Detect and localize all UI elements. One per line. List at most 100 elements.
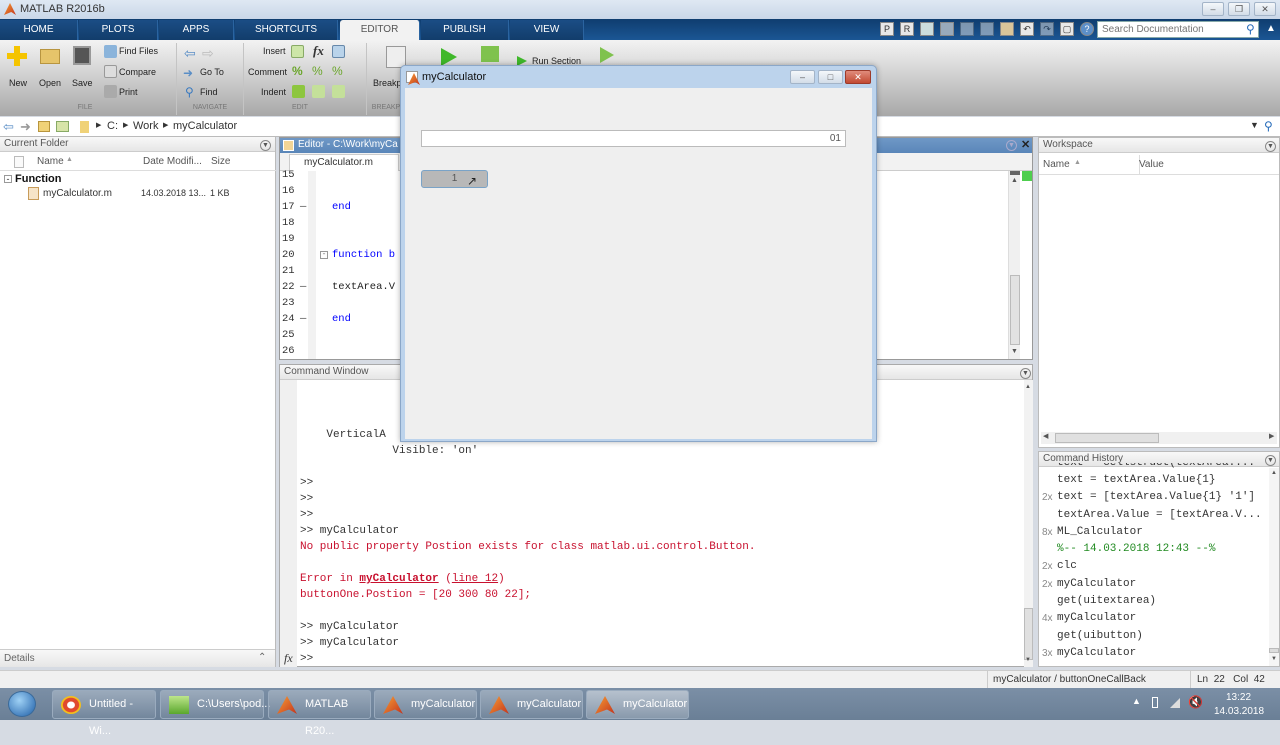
find-button[interactable]: Find: [200, 87, 218, 97]
run-and-time-icon[interactable]: [600, 47, 614, 63]
taskbar-item[interactable]: Untitled - Wi...: [52, 690, 156, 737]
scroll-thumb[interactable]: [1269, 648, 1279, 653]
scroll-right-icon[interactable]: ▶: [1269, 432, 1274, 440]
compare-button[interactable]: Compare: [119, 67, 156, 77]
run-quick-button[interactable]: R: [900, 22, 914, 36]
go-to-button[interactable]: Go To: [200, 67, 224, 77]
history-scrollbar[interactable]: ▲ ▼: [1269, 468, 1279, 666]
tab-publish[interactable]: PUBLISH: [421, 20, 509, 40]
breakpoint-marker[interactable]: —: [300, 313, 306, 325]
smart-indent-icon[interactable]: [292, 85, 305, 98]
tab-apps[interactable]: APPS: [159, 20, 234, 40]
collapse-group-icon[interactable]: -: [4, 175, 12, 184]
code-fold-icon[interactable]: -: [320, 251, 328, 259]
forward-arrow-icon[interactable]: ⇨: [202, 45, 214, 62]
tab-shortcuts[interactable]: SHORTCUTS: [235, 20, 338, 40]
redo-icon[interactable]: ↷: [1040, 22, 1054, 36]
taskbar-item[interactable]: myCalculator: [586, 690, 689, 719]
code-analyzer-ok-icon[interactable]: [1022, 171, 1032, 181]
scroll-down-icon[interactable]: ▼: [1271, 656, 1277, 662]
show-hidden-icons[interactable]: ▲: [1132, 696, 1141, 706]
search-folder-icon[interactable]: ⚲: [1264, 119, 1273, 133]
tab-view[interactable]: VIEW: [510, 20, 584, 40]
tab-home[interactable]: HOME: [0, 20, 78, 40]
increase-indent-icon[interactable]: [312, 85, 325, 98]
start-button[interactable]: [8, 691, 36, 717]
minimize-button[interactable]: –: [1202, 2, 1224, 16]
column-name[interactable]: Name: [37, 156, 64, 167]
scroll-down-icon[interactable]: ▼: [1025, 657, 1031, 663]
history-item[interactable]: get(uitextarea): [1039, 594, 1267, 611]
cut-icon[interactable]: [960, 22, 974, 36]
open-folder-icon[interactable]: [40, 49, 60, 64]
volume-muted-icon[interactable]: 🔇: [1188, 695, 1203, 709]
run-and-advance-icon[interactable]: [481, 46, 499, 62]
taskbar-item[interactable]: myCalculator: [480, 690, 583, 719]
command-scrollbar[interactable]: ▲ ▼: [1024, 380, 1033, 667]
comment-icon[interactable]: %: [292, 64, 303, 78]
breakpoint-marker[interactable]: —: [300, 201, 306, 213]
restore-button[interactable]: ❐: [1228, 2, 1250, 16]
column-value[interactable]: Value: [1139, 159, 1164, 170]
tab-plots[interactable]: PLOTS: [79, 20, 158, 40]
scroll-down-icon[interactable]: ▼: [1011, 348, 1018, 355]
publish-quick-button[interactable]: P: [880, 22, 894, 36]
history-item[interactable]: 8x ML_Calculator: [1039, 525, 1267, 542]
dialog-maximize-button[interactable]: □: [818, 70, 843, 84]
find-files-button[interactable]: Find Files: [119, 46, 158, 56]
expand-details-icon[interactable]: ⌃: [258, 652, 266, 663]
path-segment[interactable]: myCalculator: [173, 120, 237, 132]
details-panel[interactable]: Details ⌃: [0, 649, 275, 667]
command-window-actions-icon[interactable]: ▼: [1020, 368, 1031, 379]
display-textarea[interactable]: 01: [421, 130, 846, 147]
workspace-actions-icon[interactable]: ▼: [1265, 141, 1276, 152]
decrease-indent-icon[interactable]: [332, 85, 345, 98]
scroll-up-icon[interactable]: ▲: [1011, 177, 1018, 184]
history-item[interactable]: 2x myCalculator: [1039, 577, 1267, 594]
error-function-link[interactable]: myCalculator: [359, 573, 438, 585]
insert-function-icon[interactable]: fx: [313, 43, 324, 59]
history-item[interactable]: %-- 14.03.2018 12:43 --%: [1039, 542, 1267, 559]
column-date[interactable]: Date Modifi...: [143, 156, 202, 167]
paste-icon[interactable]: [1000, 22, 1014, 36]
taskbar-item[interactable]: myCalculator: [374, 690, 477, 719]
switch-windows-icon[interactable]: ▢: [1060, 22, 1074, 36]
history-item[interactable]: 4x myCalculator: [1039, 611, 1267, 628]
collapse-toolstrip-icon[interactable]: ▲: [1266, 23, 1276, 34]
search-icon[interactable]: ⚲: [1246, 22, 1255, 36]
history-item[interactable]: textArea.Value = [textArea.V...: [1039, 508, 1267, 525]
tab-editor[interactable]: EDITOR: [340, 20, 420, 40]
scroll-thumb[interactable]: [1024, 608, 1033, 660]
forward-icon[interactable]: ➜: [20, 119, 31, 135]
insert-code-icon[interactable]: [332, 45, 345, 58]
panel-actions-icon[interactable]: ▼: [260, 140, 271, 151]
history-item[interactable]: 3x myCalculator: [1039, 646, 1267, 663]
scroll-up-icon[interactable]: ▲: [1271, 470, 1277, 476]
network-icon[interactable]: [1170, 698, 1180, 708]
uncomment-icon[interactable]: %: [312, 64, 323, 78]
scroll-thumb[interactable]: [1055, 433, 1159, 443]
file-row[interactable]: myCalculator.m 14.03.2018 13... 1 KB: [0, 187, 276, 203]
path-segment[interactable]: Work: [133, 120, 158, 132]
editor-scrollbar[interactable]: ▲ ▼: [1008, 171, 1020, 359]
editor-actions-icon[interactable]: ▼: [1006, 140, 1017, 151]
error-line-link[interactable]: line 12: [452, 573, 498, 585]
taskbar-item[interactable]: MATLAB R20...: [268, 690, 371, 737]
print-button[interactable]: Print: [119, 87, 138, 97]
breakpoint-marker[interactable]: —: [300, 281, 306, 293]
dialog-close-button[interactable]: ✕: [845, 70, 871, 84]
history-item[interactable]: get(uibutton): [1039, 629, 1267, 646]
back-icon[interactable]: ⇦: [3, 119, 14, 135]
up-folder-icon[interactable]: [38, 121, 50, 132]
taskbar-item[interactable]: C:\Users\pod...: [160, 690, 270, 719]
copy-icon[interactable]: [980, 22, 994, 36]
insert-section-icon[interactable]: [291, 45, 304, 58]
clock-date[interactable]: 14.03.2018: [1214, 706, 1264, 717]
clock-time[interactable]: 13:22: [1226, 692, 1251, 703]
button-one[interactable]: 1: [421, 170, 488, 188]
scroll-thumb[interactable]: [1010, 275, 1020, 345]
workspace-hscrollbar[interactable]: ◀ ▶: [1041, 432, 1277, 444]
close-editor-icon[interactable]: ✕: [1021, 138, 1030, 151]
dialog-minimize-button[interactable]: –: [790, 70, 815, 84]
save-icon[interactable]: [940, 22, 954, 36]
